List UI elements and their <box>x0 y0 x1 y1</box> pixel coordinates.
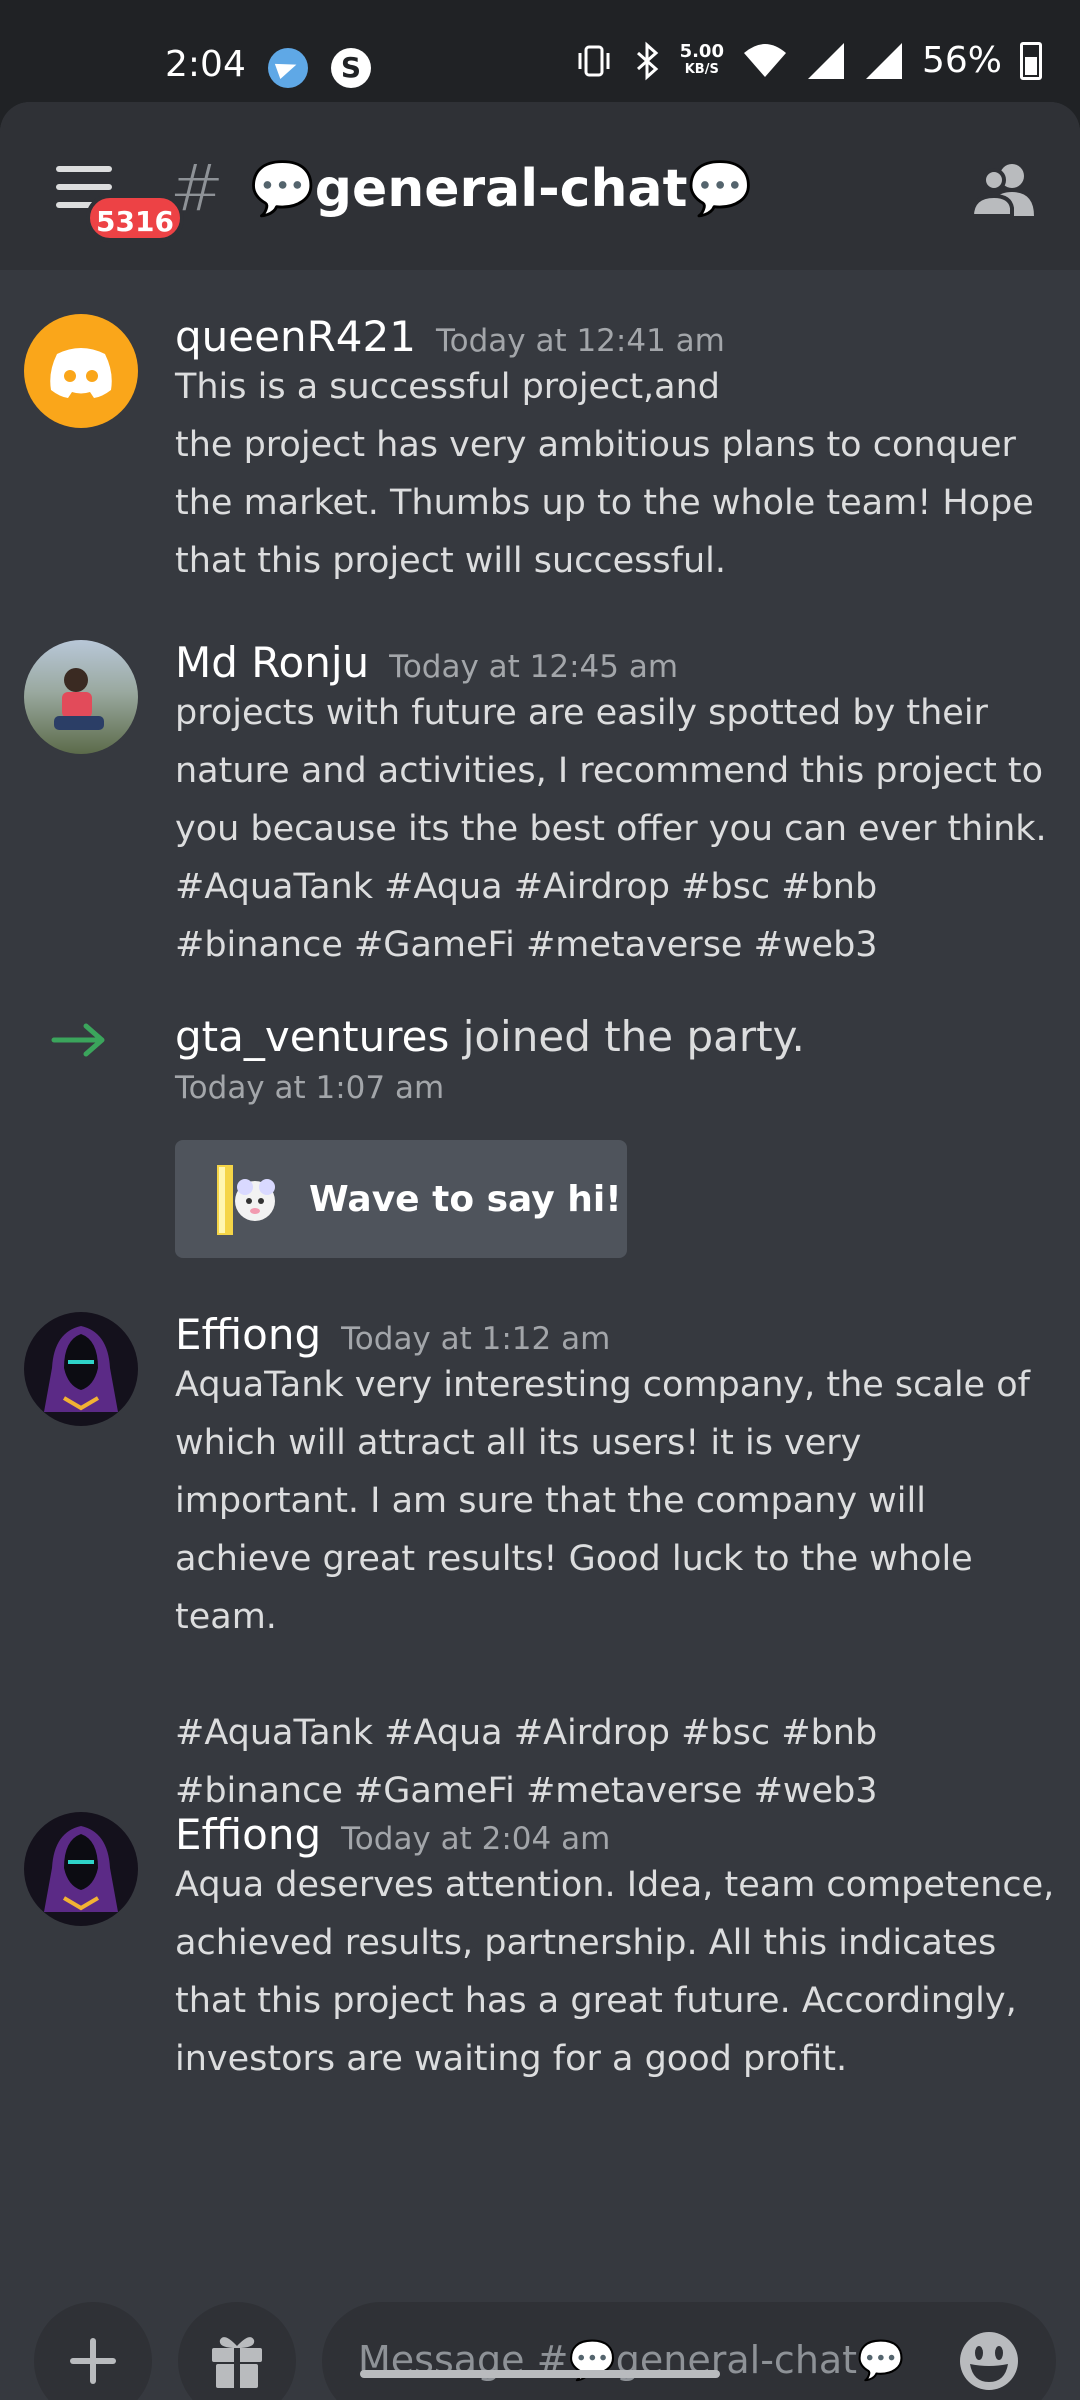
join-timestamp: Today at 1:07 am <box>175 1070 445 1106</box>
avatar[interactable] <box>24 1312 138 1426</box>
network-speed: 5.00 KB/S <box>679 40 724 77</box>
status-bar: 2:04 S 5.00 KB/S 56% <box>0 0 1080 100</box>
bluetooth-icon <box>636 41 658 80</box>
hooded-figure-avatar-icon <box>44 1826 118 1912</box>
message-author[interactable]: Effiong <box>175 1810 321 1859</box>
telegram-icon <box>268 48 308 88</box>
wifi-icon <box>743 43 786 77</box>
gift-icon <box>212 2337 262 2390</box>
message-author[interactable]: queenR421 <box>175 312 416 361</box>
battery-percent: 56% <box>921 40 1002 81</box>
battery-icon <box>1020 41 1042 80</box>
emoji-icon[interactable] <box>958 2330 1020 2392</box>
wave-sticker-icon <box>217 1165 275 1235</box>
channel-header: 5316 # 💬general-chat💬 <box>0 102 1080 270</box>
message-timestamp: Today at 12:41 am <box>435 323 725 359</box>
wave-button[interactable]: Wave to say hi! <box>175 1140 627 1258</box>
message-text: AquaTank very interesting company, the s… <box>175 1365 1030 1811</box>
channel-title[interactable]: 💬general-chat💬 <box>250 158 752 219</box>
message-text: Aqua deserves attention. Idea, team comp… <box>175 1865 1066 2079</box>
s-app-icon: S <box>331 48 371 88</box>
message-author[interactable]: Effiong <box>175 1310 321 1359</box>
message-composer: Message #💬general-chat💬 <box>0 2192 1080 2400</box>
arrow-right-icon <box>51 1023 105 1057</box>
add-attachment-button[interactable] <box>34 2302 152 2400</box>
message-text: projects with future are easily spotted … <box>175 693 1058 965</box>
message-input[interactable]: Message #💬general-chat💬 <box>322 2302 1056 2400</box>
discord-app: 5316 # 💬general-chat💬 queenR421 Today at… <box>0 102 1080 2400</box>
message-text: This is a successful project,and the pro… <box>175 367 1034 581</box>
members-icon[interactable] <box>970 160 1038 216</box>
user-photo-icon <box>54 668 104 730</box>
signal-icon <box>807 42 844 79</box>
message-timestamp: Today at 1:12 am <box>341 1321 611 1357</box>
avatar[interactable] <box>24 314 138 428</box>
message-timestamp: Today at 12:45 am <box>389 649 679 685</box>
message-timestamp: Today at 2:04 am <box>341 1821 611 1857</box>
signal-icon <box>865 42 902 79</box>
message-author[interactable]: Md Ronju <box>175 638 369 687</box>
discord-logo-icon <box>50 348 112 398</box>
hooded-figure-avatar-icon <box>44 1326 118 1412</box>
home-indicator[interactable] <box>360 2370 720 2378</box>
avatar[interactable] <box>24 640 138 754</box>
menu-icon <box>56 166 112 172</box>
join-message: gta_ventures joined the party. <box>175 1012 805 1061</box>
gift-button[interactable] <box>178 2302 296 2400</box>
channel-hash-icon: # <box>170 152 224 226</box>
message-list[interactable]: queenR421 Today at 12:41 am This is a su… <box>0 270 1080 2260</box>
wave-button-label: Wave to say hi! <box>309 1178 622 1220</box>
join-username[interactable]: gta_ventures <box>175 1012 449 1061</box>
vibrate-icon <box>578 45 610 76</box>
avatar[interactable] <box>24 1812 138 1926</box>
status-time: 2:04 <box>165 44 246 85</box>
